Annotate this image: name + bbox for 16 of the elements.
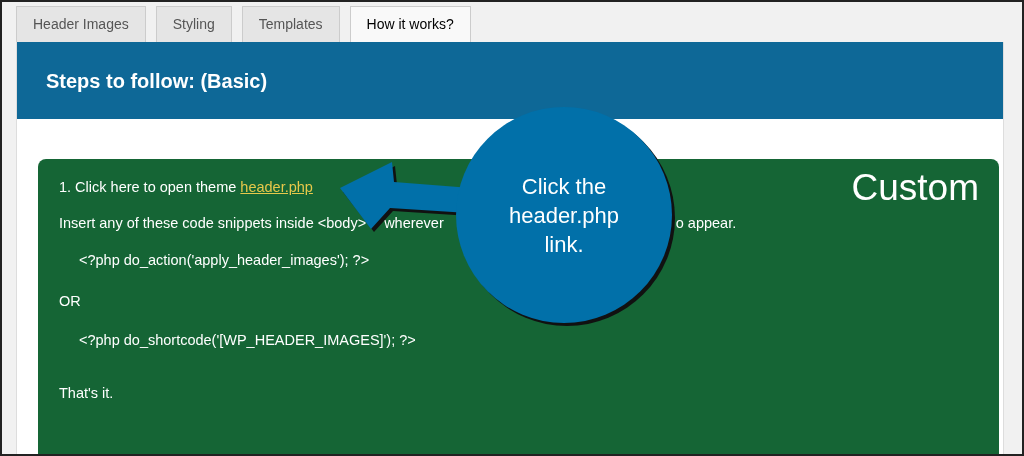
step-text: 1. Click here to open theme (59, 178, 237, 198)
header-php-link[interactable]: header.php (240, 177, 313, 199)
or-text: OR (59, 292, 81, 309)
instruction-text: Insert any of these code snippets inside <body> (59, 214, 367, 234)
tab[interactable]: Templates (241, 6, 340, 42)
custom-label: Custom (851, 169, 979, 206)
section-title: Steps to follow: (Basic) (46, 68, 268, 94)
callout-text: Click the header.php link. (507, 172, 621, 259)
code-snippet: <?php do_shortcode('[WP_HEADER_IMAGES]'); ?> (79, 331, 417, 348)
tab[interactable]: Header Images (16, 6, 146, 42)
closing-text: That's it. (59, 384, 114, 401)
instruction-text: o appear. (675, 214, 737, 234)
instruction-text: wherever (384, 214, 444, 234)
code-snippet: <?php do_action('apply_header_images'); ?> (79, 251, 371, 268)
tab[interactable]: How it works? (349, 6, 471, 42)
tab[interactable]: Styling (155, 6, 232, 42)
